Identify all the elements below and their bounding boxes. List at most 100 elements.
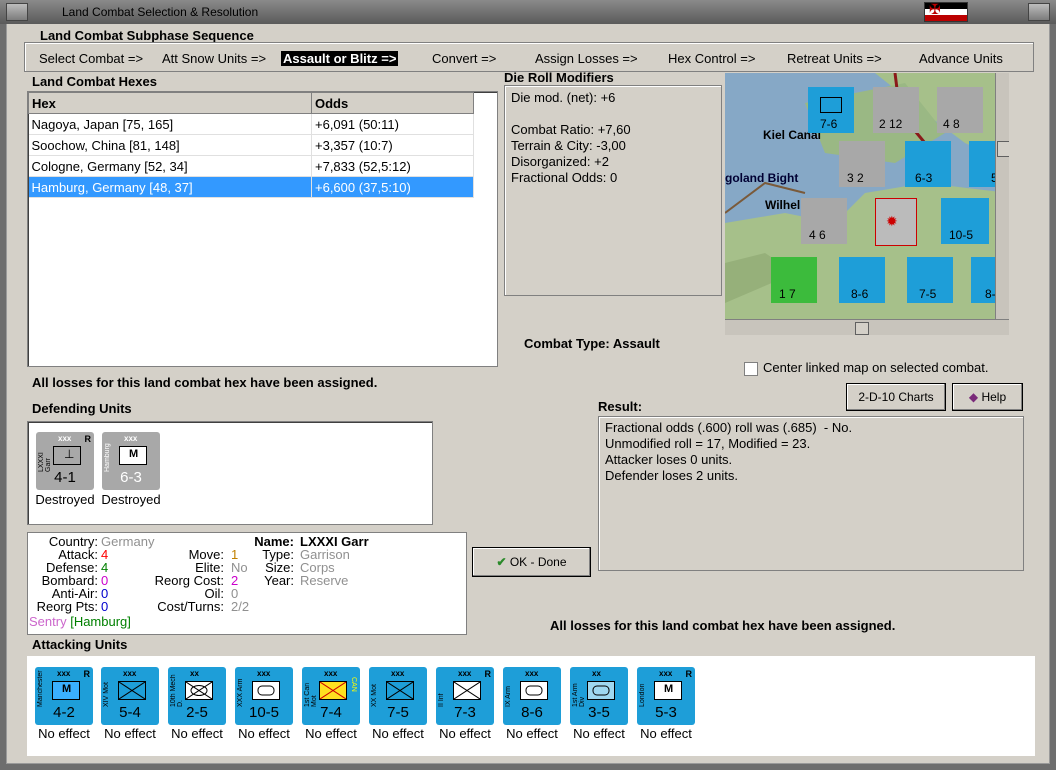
unit-status: No effect	[238, 726, 290, 741]
motorized-symbol-icon	[118, 681, 146, 700]
column-header-odds[interactable]: Odds	[311, 92, 474, 114]
attacking-unit[interactable]: xx 1st Arm Div 3-5	[570, 667, 628, 725]
attacking-unit[interactable]: xxx R London M 5-3	[637, 667, 695, 725]
unit-size: xxx	[525, 669, 539, 678]
map-counter[interactable]: 7-6	[808, 87, 854, 133]
attacking-unit[interactable]: xxx XIV Mot 5-4	[101, 667, 159, 725]
close-button[interactable]	[1028, 3, 1050, 21]
result-panel: Fractional odds (.600) roll was (.685) -…	[598, 416, 1024, 571]
attacking-unit[interactable]: xxx R II Inf 7-3	[436, 667, 494, 725]
map-counter[interactable]: 4 8	[937, 87, 983, 133]
help-button-label: Help	[981, 390, 1007, 404]
unit-name: IX Arm	[505, 685, 512, 707]
map-counter[interactable]: 7-5	[907, 257, 953, 303]
unit-strength: 7-4	[320, 704, 342, 721]
odds-cell: +3,357 (10:7)	[311, 134, 474, 156]
unit-symbol-icon	[820, 97, 842, 113]
table-row[interactable]: Nagoya, Japan [75, 165] +6,091 (50:11)	[28, 113, 474, 135]
charts-button[interactable]: 2-D-10 Charts	[846, 383, 946, 411]
map-counter-value: 7-6	[820, 117, 838, 131]
map-counter[interactable]: 4 6	[801, 198, 847, 244]
sentry-line: Sentry [Hamburg]	[29, 614, 131, 629]
unit-strength: 4-1	[54, 469, 76, 486]
map-counter[interactable]: 1 7	[771, 257, 817, 303]
hex-cell: Cologne, Germany [52, 34]	[28, 155, 312, 177]
year-label: Year:	[264, 573, 294, 588]
militia-symbol-icon: M	[52, 681, 80, 700]
unit-name: Manchester	[37, 670, 44, 707]
armor-symbol-icon	[252, 681, 280, 700]
map-counter[interactable]: 2 12	[873, 87, 919, 133]
unit-status: No effect	[573, 726, 625, 741]
hexes-table: Hex Odds Nagoya, Japan [75, 165] +6,091 …	[28, 92, 474, 198]
militia-symbol-icon: M	[654, 681, 682, 700]
attacking-unit[interactable]: xxx XXX Arm 10-5	[235, 667, 293, 725]
linked-map[interactable]: Kiel Canal goland Bight Wilhel 7-6 2 12 …	[725, 73, 1009, 335]
map-counter-value: 7-5	[919, 287, 937, 301]
losses-message-top: All losses for this land combat hex have…	[32, 375, 378, 390]
unit-strength: 2-5	[186, 704, 208, 721]
checkmark-icon: ✔	[496, 555, 507, 569]
map-counter-value: 1 7	[779, 287, 796, 301]
attacking-unit[interactable]: xxx XX Mot 7-5	[369, 667, 427, 725]
table-row[interactable]: Soochow, China [81, 148] +3,357 (10:7)	[28, 134, 474, 156]
system-menu-button[interactable]	[6, 3, 28, 21]
attacking-unit[interactable]: xx 10th Mech D. 2-5	[168, 667, 226, 725]
table-row-selected[interactable]: Hamburg, Germany [48, 37] +6,600 (37,5:1…	[28, 176, 474, 198]
map-counter[interactable]: 6-3	[905, 141, 951, 187]
unit-status: No effect	[305, 726, 357, 741]
seq-step-assign-losses: Assign Losses =>	[535, 51, 638, 66]
unit-status: Destroyed	[35, 492, 95, 507]
map-counter[interactable]: 8-6	[839, 257, 885, 303]
modifier-line: Die mod. (net): +6	[511, 90, 616, 105]
unit-name: 1st Can Mot	[304, 682, 318, 707]
unit-status: No effect	[372, 726, 424, 741]
ok-done-button[interactable]: ✔ OK - Done	[472, 547, 591, 577]
title-bar[interactable]: Land Combat Selection & Resolution	[0, 0, 1056, 24]
map-vscrollbar[interactable]	[995, 73, 1009, 319]
defending-unit[interactable]: xxx R LXXXI Garr ⊥ 4-1	[36, 432, 94, 490]
map-counter-value: 6-3	[915, 171, 933, 185]
selected-hex-counter[interactable]: ✹	[875, 198, 917, 246]
map-hscrollbar[interactable]	[725, 319, 1009, 335]
center-map-checkbox[interactable]	[744, 362, 758, 376]
motorized-symbol-icon	[319, 681, 347, 700]
cost-turns-label: Cost/Turns:	[157, 599, 224, 614]
column-header-hex[interactable]: Hex	[28, 92, 312, 114]
map-counter[interactable]: 3 2	[839, 141, 885, 187]
unit-reserve-flag: R	[84, 434, 92, 444]
sequence-box: Select Combat => Att Snow Units => Assau…	[24, 42, 1034, 72]
defending-unit[interactable]: xxx Hamburg M 6-3	[102, 432, 160, 490]
unit-size: xx	[190, 669, 199, 678]
german-flag-icon	[924, 1, 968, 22]
modifiers-heading: Die Roll Modifiers	[504, 70, 614, 85]
help-button[interactable]: ◆ Help	[952, 383, 1023, 411]
unit-size: xx	[592, 669, 601, 678]
modifier-line: Terrain & City: -3,00	[511, 138, 626, 153]
scroll-thumb[interactable]	[997, 141, 1009, 157]
militia-symbol-icon: M	[119, 446, 147, 465]
unit-strength: 5-3	[655, 704, 677, 721]
modifiers-panel: Die mod. (net): +6 Combat Ratio: +7,60 T…	[504, 85, 722, 296]
ok-done-label: OK - Done	[509, 555, 567, 569]
scroll-thumb[interactable]	[855, 322, 869, 335]
map-counter-value: 8-6	[851, 287, 869, 301]
unit-size: xxx	[257, 669, 271, 678]
unit-name: XXX Arm	[237, 678, 244, 707]
table-row[interactable]: Cologne, Germany [52, 34] +7,833 (52,5:1…	[28, 155, 474, 177]
combat-type: Combat Type: Assault	[524, 336, 660, 351]
modifier-line: Disorganized: +2	[511, 154, 609, 169]
unit-name: 1st Arm Div	[572, 683, 586, 707]
attacking-unit[interactable]: xxx R Manchester M 4-2	[35, 667, 93, 725]
unit-status: No effect	[640, 726, 692, 741]
hexes-heading: Land Combat Hexes	[32, 74, 157, 89]
defending-units-panel: xxx R LXXXI Garr ⊥ 4-1 Destroyed xxx Ham…	[27, 421, 433, 525]
attacking-unit[interactable]: xxx 1st Can Mot CAN 7-4	[302, 667, 360, 725]
result-heading: Result:	[598, 399, 643, 414]
unit-strength: 8-6	[521, 704, 543, 721]
hex-cell: Hamburg, Germany [48, 37]	[28, 176, 312, 198]
unit-status: Destroyed	[101, 492, 161, 507]
losses-message-bottom: All losses for this land combat hex have…	[550, 618, 896, 633]
attacking-unit[interactable]: xxx IX Arm 8-6	[503, 667, 561, 725]
map-counter[interactable]: 10-5	[941, 198, 989, 244]
